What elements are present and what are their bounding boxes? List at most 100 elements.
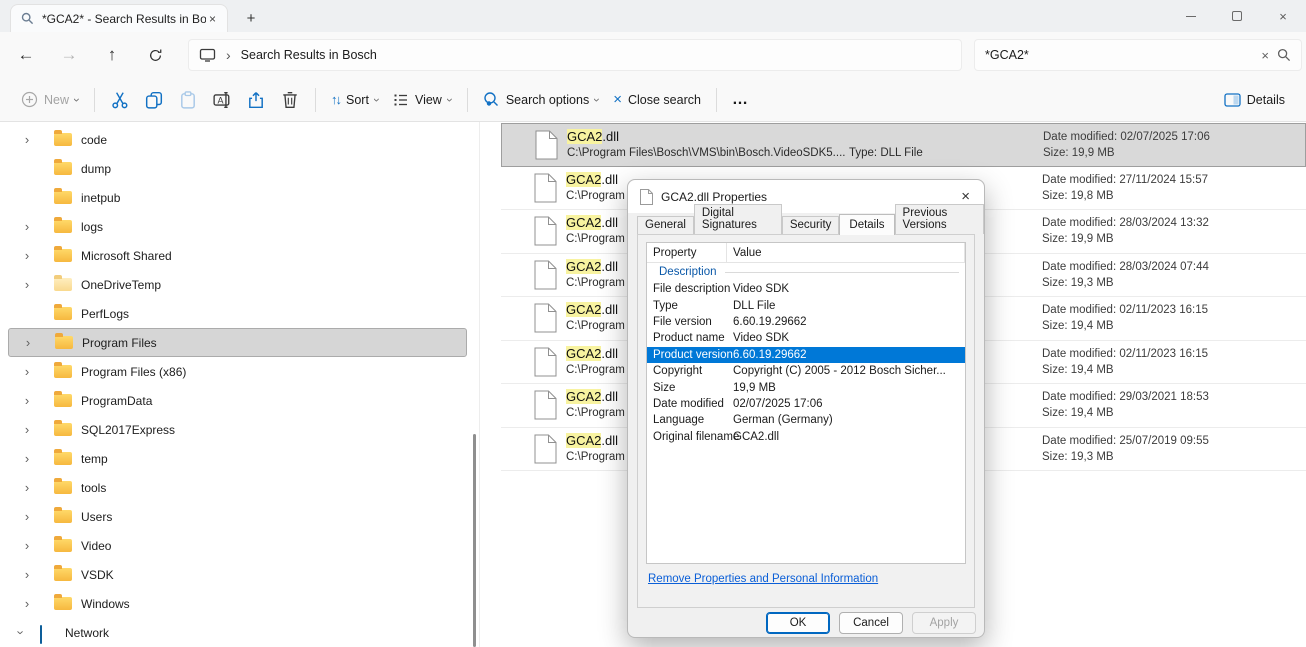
chevron-right-icon[interactable]: › xyxy=(25,364,29,379)
breadcrumb[interactable]: › Search Results in Bosch xyxy=(188,39,962,71)
table-row[interactable]: Original filename GCA2.dll xyxy=(647,429,965,445)
refresh-icon xyxy=(148,48,163,63)
search-options-button[interactable]: Search options › xyxy=(476,85,606,114)
sidebar-scrollbar[interactable] xyxy=(473,434,476,647)
property-column-header[interactable]: Property xyxy=(647,243,727,262)
table-row[interactable]: File version 6.60.19.29662 xyxy=(647,314,965,330)
details-pane-button[interactable]: Details xyxy=(1217,87,1292,113)
table-row[interactable]: Date modified 02/07/2025 17:06 xyxy=(647,396,965,412)
copy-button[interactable] xyxy=(137,84,171,116)
view-button[interactable]: View › xyxy=(386,86,459,114)
new-tab-button[interactable]: + xyxy=(240,7,262,29)
table-row[interactable]: Type DLL File xyxy=(647,297,965,313)
file-name: GCA2.dll xyxy=(567,129,923,145)
search-input[interactable] xyxy=(985,48,1253,62)
sidebar-item-video[interactable]: › Video xyxy=(8,531,467,560)
chevron-right-icon[interactable]: › xyxy=(25,393,29,408)
sidebar-item-windows[interactable]: › Windows xyxy=(8,589,467,618)
delete-button[interactable] xyxy=(273,84,307,116)
table-row[interactable]: Language German (Germany) xyxy=(647,412,965,428)
chevron-right-icon[interactable]: › xyxy=(25,480,29,495)
cancel-button[interactable]: Cancel xyxy=(839,612,903,634)
rename-button[interactable]: A xyxy=(205,84,239,116)
chevron-right-icon[interactable]: › xyxy=(25,509,29,524)
sidebar-item-perflogs[interactable]: PerfLogs xyxy=(8,299,467,328)
cut-button[interactable] xyxy=(103,84,137,116)
table-row-selected[interactable]: Product version 6.60.19.29662 xyxy=(647,347,965,363)
clear-search-icon[interactable]: × xyxy=(1253,48,1277,63)
chevron-right-icon[interactable]: › xyxy=(25,277,29,292)
ok-button[interactable]: OK xyxy=(766,612,830,634)
breadcrumb-chevron-icon[interactable]: › xyxy=(226,47,231,63)
file-icon xyxy=(534,173,557,203)
new-button[interactable]: New › xyxy=(14,85,86,114)
value-column-header[interactable]: Value xyxy=(727,243,965,262)
property-label: Product version xyxy=(647,349,727,361)
folder-icon xyxy=(54,423,72,436)
tab-details[interactable]: Details xyxy=(839,214,894,235)
sidebar-item-tools[interactable]: › tools xyxy=(8,473,467,502)
table-row[interactable]: Copyright Copyright (C) 2005 - 2012 Bosc… xyxy=(647,363,965,379)
view-icon xyxy=(393,92,409,108)
sidebar-item-code[interactable]: › code xyxy=(8,125,467,154)
sidebar-item-microsoft-shared[interactable]: › Microsoft Shared xyxy=(8,241,467,270)
tab-previous-versions[interactable]: Previous Versions xyxy=(895,204,984,234)
tab-general[interactable]: General xyxy=(637,216,694,234)
sidebar-item-program-files-x86[interactable]: › Program Files (x86) xyxy=(8,357,467,386)
sidebar-item-inetpub[interactable]: inetpub xyxy=(8,183,467,212)
sidebar-item-logs[interactable]: › logs xyxy=(8,212,467,241)
chevron-right-icon[interactable]: › xyxy=(25,451,29,466)
sidebar-item-programdata[interactable]: › ProgramData xyxy=(8,386,467,415)
dialog-close-icon[interactable]: × xyxy=(959,188,972,205)
address-bar: ← → ↑ › Search Results in Bosch × xyxy=(0,32,1306,78)
file-row[interactable]: GCA2.dll C:\Program Files\Bosch\VMS\bin\… xyxy=(501,123,1306,167)
apply-button[interactable]: Apply xyxy=(912,612,976,634)
chevron-right-icon[interactable]: › xyxy=(25,567,29,582)
close-search-button[interactable]: × Close search xyxy=(606,85,708,114)
tab-security[interactable]: Security xyxy=(782,216,840,234)
properties-table: Property Value Description File descript… xyxy=(646,242,966,564)
chevron-right-icon[interactable]: › xyxy=(25,219,29,234)
sidebar-item-label: Users xyxy=(81,510,112,524)
sidebar-item-onedrivetemp[interactable]: › OneDriveTemp xyxy=(8,270,467,299)
this-pc-icon xyxy=(199,48,216,62)
tab-digital-signatures[interactable]: Digital Signatures xyxy=(694,204,782,234)
explorer-tab[interactable]: *GCA2* - Search Results in Bo × xyxy=(10,4,228,32)
refresh-button[interactable] xyxy=(138,38,172,72)
up-button[interactable]: ↑ xyxy=(95,38,129,72)
remove-properties-link[interactable]: Remove Properties and Personal Informati… xyxy=(648,573,878,585)
table-row[interactable]: Product name Video SDK xyxy=(647,330,965,346)
properties-dialog: GCA2.dll Properties × General Digital Si… xyxy=(627,179,985,638)
sidebar-item-temp[interactable]: › temp xyxy=(8,444,467,473)
forward-button[interactable]: → xyxy=(52,38,86,72)
close-button[interactable]: × xyxy=(1260,0,1306,32)
chevron-right-icon[interactable]: › xyxy=(25,538,29,553)
minimize-button[interactable] xyxy=(1168,0,1214,32)
search-box[interactable]: × xyxy=(974,39,1302,71)
sort-button[interactable]: ↑↓ Sort › xyxy=(324,86,386,113)
sidebar-item-users[interactable]: › Users xyxy=(8,502,467,531)
sidebar-item-dump[interactable]: dump xyxy=(8,154,467,183)
tab-close-icon[interactable]: × xyxy=(206,12,219,26)
sidebar-item-sql2017express[interactable]: › SQL2017Express xyxy=(8,415,467,444)
search-icon[interactable] xyxy=(1277,48,1291,62)
file-icon xyxy=(534,347,557,377)
share-button[interactable] xyxy=(239,84,273,116)
sidebar-item-program-files[interactable]: › Program Files xyxy=(8,328,467,357)
chevron-right-icon[interactable]: › xyxy=(25,422,29,437)
maximize-button[interactable] xyxy=(1214,0,1260,32)
table-row[interactable]: Size 19,9 MB xyxy=(647,379,965,395)
table-row[interactable]: File description Video SDK xyxy=(647,281,965,297)
sidebar-item-vsdk[interactable]: › VSDK xyxy=(8,560,467,589)
chevron-right-icon[interactable]: › xyxy=(25,132,29,147)
paste-button[interactable] xyxy=(171,84,205,116)
sidebar-item-network[interactable]: › Network xyxy=(0,618,467,647)
chevron-down-icon[interactable]: › xyxy=(14,630,29,634)
chevron-right-icon[interactable]: › xyxy=(26,335,30,350)
chevron-right-icon[interactable]: › xyxy=(25,596,29,611)
back-button[interactable]: ← xyxy=(9,38,43,72)
chevron-right-icon[interactable]: › xyxy=(25,248,29,263)
view-dropdown-chevron-icon: › xyxy=(443,98,457,102)
more-options-button[interactable]: … xyxy=(725,85,755,115)
breadcrumb-location[interactable]: Search Results in Bosch xyxy=(241,48,377,62)
